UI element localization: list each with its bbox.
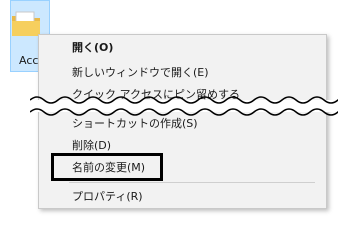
menu-item-open[interactable]: 開く(O) (72, 41, 113, 55)
folder-label: Acc (19, 54, 39, 67)
menu-item-open-new-window[interactable]: 新しいウィンドウで開く(E) (72, 66, 209, 80)
menu-separator (69, 182, 315, 183)
menu-item-properties[interactable]: プロパティ(R) (72, 190, 143, 204)
cut-indicator (30, 96, 338, 116)
highlight-box (51, 153, 163, 181)
menu-item-delete[interactable]: 削除(D) (72, 139, 111, 153)
screenshot-stage: Acc 開く(O) 新しいウィンドウで開く(E) クイック アクセスにピン留めす… (0, 0, 338, 223)
